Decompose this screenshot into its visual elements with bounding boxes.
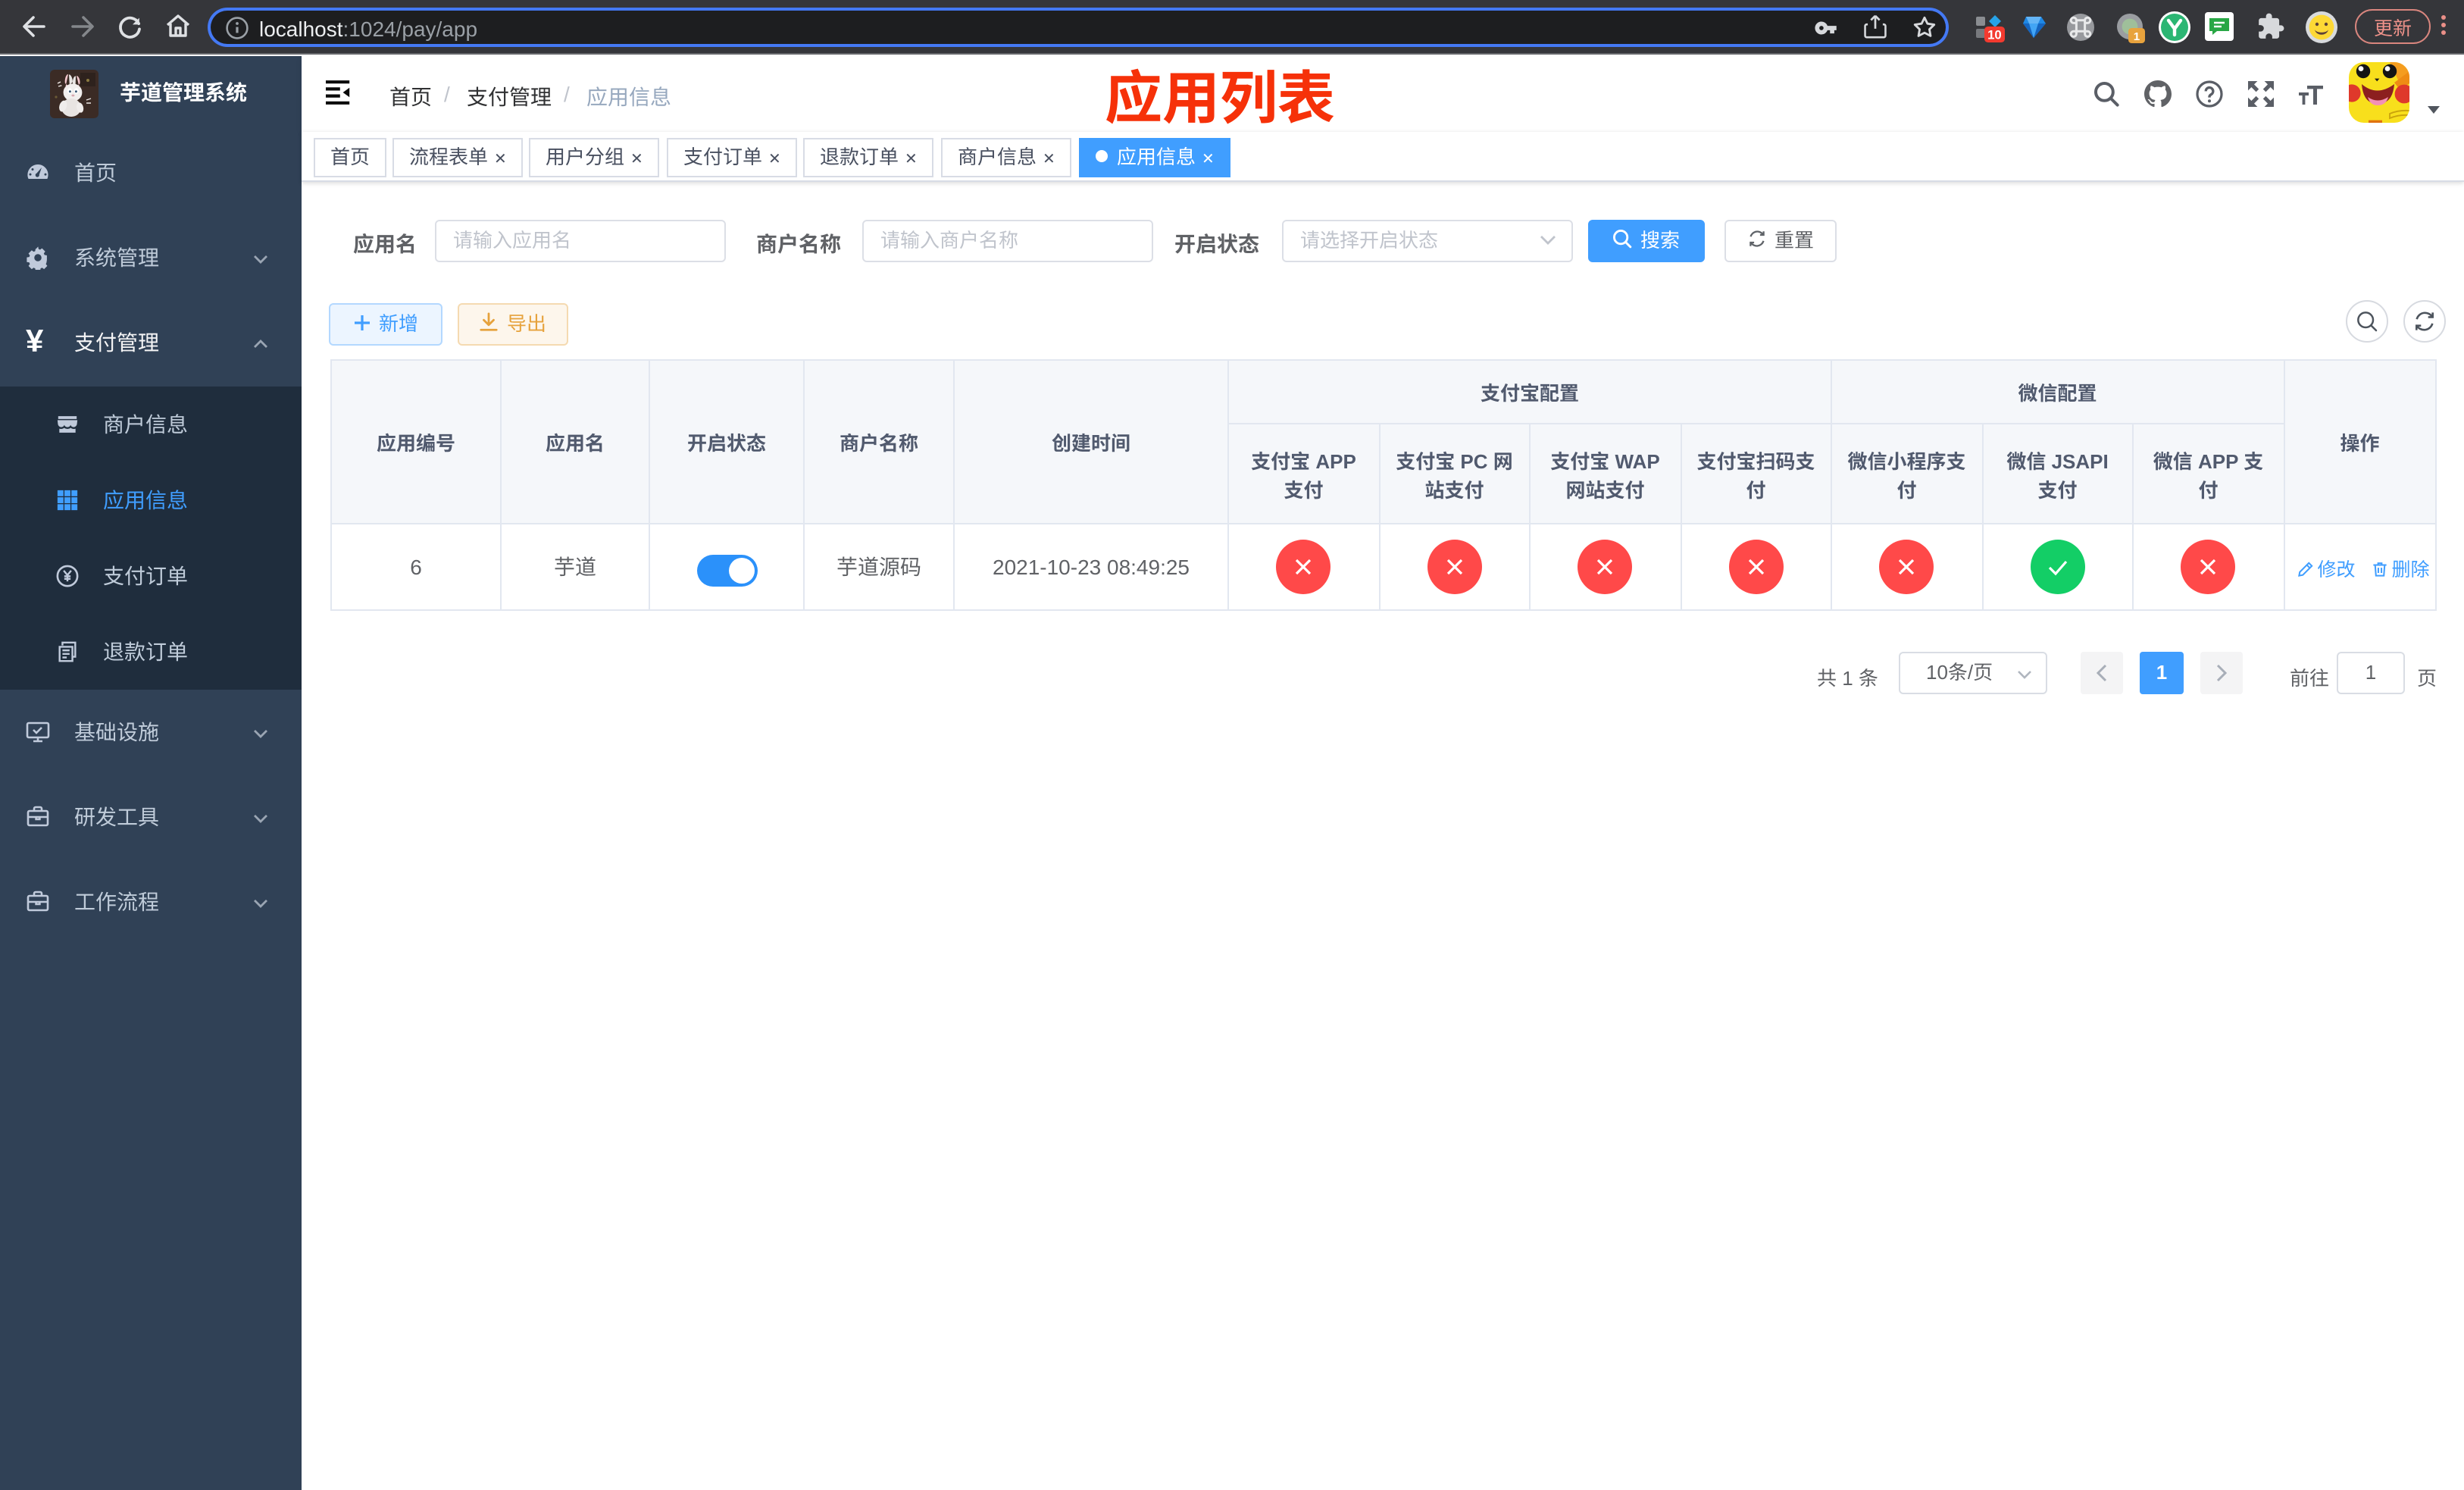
- svg-text:1: 1: [2134, 30, 2140, 43]
- svg-text:10: 10: [1987, 27, 2002, 42]
